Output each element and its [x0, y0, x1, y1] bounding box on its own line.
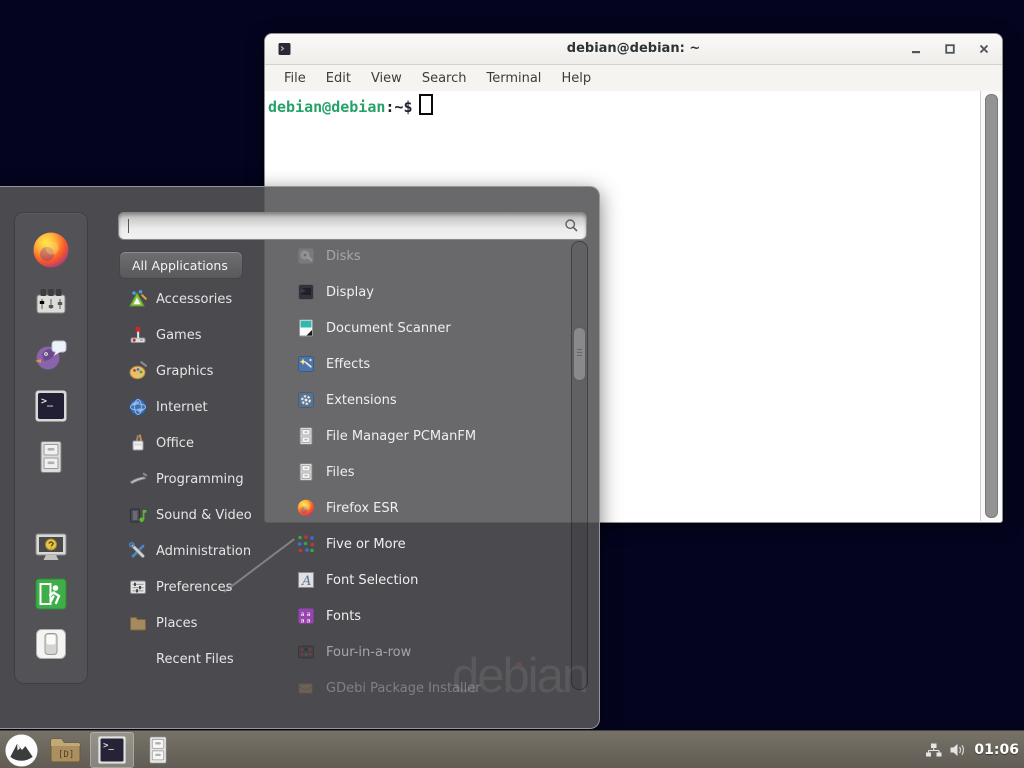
- file-manager-taskbar-button[interactable]: [140, 732, 176, 768]
- svg-text:>_: >_: [103, 741, 114, 751]
- app-item-fonts[interactable]: a aa a Fonts: [288, 598, 572, 634]
- prompt-user-host: debian@debian: [268, 98, 385, 116]
- desktop-folder-button[interactable]: [D]: [46, 732, 84, 768]
- app-item-firefox-esr[interactable]: Firefox ESR: [288, 490, 572, 526]
- font-selection-icon: A: [296, 570, 316, 590]
- terminal-cursor: [419, 94, 433, 115]
- app-list: Disks Display Document Scanner Effects E…: [288, 238, 572, 697]
- app-item-four-in-a-row[interactable]: Four-in-a-row: [288, 634, 572, 670]
- terminal-app-icon: [278, 42, 291, 56]
- app-item-gdebi-package-installer[interactable]: GDebi Package Installer: [288, 670, 572, 697]
- svg-text:>_: >_: [41, 396, 54, 407]
- svg-text:A: A: [301, 574, 311, 589]
- file-cabinet-icon: [296, 426, 316, 446]
- app-item-files[interactable]: Files: [288, 454, 572, 490]
- app-item-five-or-more[interactable]: Five or More: [288, 526, 572, 562]
- office-icon: [128, 433, 148, 453]
- menu-view[interactable]: View: [361, 68, 412, 89]
- favorite-firefox[interactable]: [32, 231, 70, 269]
- firefox-icon: [296, 498, 316, 518]
- app-item-display[interactable]: Display: [288, 274, 572, 310]
- administration-icon: [128, 541, 148, 561]
- maximize-button[interactable]: [944, 43, 956, 55]
- file-cabinet-icon: [296, 462, 316, 482]
- app-item-disks[interactable]: Disks: [288, 238, 572, 274]
- volume-icon[interactable]: [949, 742, 967, 758]
- favorite-mixer[interactable]: [33, 285, 69, 319]
- preferences-icon: [128, 577, 148, 597]
- favorites-rail: >_: [14, 212, 88, 684]
- fonts-icon: a aa a: [296, 606, 316, 626]
- graphics-icon: [128, 361, 148, 381]
- document-scanner-icon: [296, 318, 316, 338]
- app-item-file-manager-pcmanfm[interactable]: File Manager PCManFM: [288, 418, 572, 454]
- terminal-prompt: debian@debian:~$: [265, 91, 1002, 116]
- search-bar[interactable]: [118, 212, 587, 240]
- menu-file[interactable]: File: [274, 68, 316, 89]
- menu-search[interactable]: Search: [412, 68, 477, 89]
- app-item-font-selection[interactable]: A Font Selection: [288, 562, 572, 598]
- display-icon: [296, 282, 316, 302]
- programming-icon: [128, 469, 148, 489]
- taskbar-clock[interactable]: 01:06: [974, 742, 1019, 758]
- category-accessories[interactable]: Accessories: [119, 281, 269, 317]
- favorite-terminal[interactable]: >_: [34, 389, 68, 423]
- effects-icon: [296, 354, 316, 374]
- application-menu: >_ All Applications Accessories: [0, 186, 600, 729]
- four-in-a-row-icon: [296, 642, 316, 662]
- terminal-scrollbar[interactable]: [980, 91, 1002, 521]
- svg-text:a a: a a: [301, 617, 311, 625]
- category-places[interactable]: Places: [119, 605, 269, 641]
- favorite-logout[interactable]: [34, 577, 68, 611]
- search-input[interactable]: [127, 216, 557, 234]
- terminal-title: debian@debian: ~: [567, 41, 700, 56]
- minimize-button[interactable]: [910, 43, 922, 55]
- app-item-effects[interactable]: Effects: [288, 346, 572, 382]
- menu-button[interactable]: [2, 732, 40, 768]
- category-programming[interactable]: Programming: [119, 461, 269, 497]
- desktop: debian debian@debian: ~ File Edit View S…: [0, 0, 1024, 768]
- category-games[interactable]: Games: [119, 317, 269, 353]
- places-icon: [128, 613, 148, 633]
- gdebi-icon: [296, 678, 316, 697]
- category-graphics[interactable]: Graphics: [119, 353, 269, 389]
- category-administration[interactable]: Administration: [119, 533, 269, 569]
- taskbar: [D] >_ 01:06: [0, 730, 1024, 768]
- app-list-scrollbar[interactable]: [571, 241, 588, 690]
- internet-icon: [128, 397, 148, 417]
- category-sound-video[interactable]: Sound & Video: [119, 497, 269, 533]
- favorite-shutdown[interactable]: [34, 627, 68, 661]
- disks-icon: [296, 246, 316, 266]
- menu-help[interactable]: Help: [551, 68, 601, 89]
- terminal-scrollbar-thumb[interactable]: [985, 94, 998, 518]
- favorite-file-cabinet[interactable]: [33, 439, 69, 475]
- category-all-applications[interactable]: All Applications: [119, 251, 243, 279]
- menu-edit[interactable]: Edit: [316, 68, 361, 89]
- sound-video-icon: [128, 505, 148, 525]
- app-item-extensions[interactable]: Extensions: [288, 382, 572, 418]
- app-list-scrollbar-thumb[interactable]: [573, 327, 586, 381]
- network-icon[interactable]: [925, 742, 942, 758]
- category-recent-files[interactable]: Recent Files: [119, 641, 269, 677]
- favorite-pidgin[interactable]: [32, 335, 70, 373]
- terminal-menubar: File Edit View Search Terminal Help: [265, 65, 1002, 91]
- terminal-taskbar-button[interactable]: >_: [90, 732, 134, 768]
- search-icon: [564, 218, 579, 233]
- terminal-titlebar[interactable]: debian@debian: ~: [265, 34, 1002, 65]
- accessories-icon: [128, 289, 148, 309]
- five-or-more-icon: [296, 534, 316, 554]
- app-item-document-scanner[interactable]: Document Scanner: [288, 310, 572, 346]
- games-icon: [128, 325, 148, 345]
- menu-terminal[interactable]: Terminal: [476, 68, 551, 89]
- category-list: Accessories Games Graphics Internet Offi…: [119, 281, 269, 677]
- favorite-screensaver[interactable]: [33, 531, 69, 565]
- svg-text:[D]: [D]: [58, 750, 74, 760]
- extensions-icon: [296, 390, 316, 410]
- close-button[interactable]: [978, 43, 990, 55]
- category-office[interactable]: Office: [119, 425, 269, 461]
- category-internet[interactable]: Internet: [119, 389, 269, 425]
- prompt-symbol: :~$: [385, 98, 412, 116]
